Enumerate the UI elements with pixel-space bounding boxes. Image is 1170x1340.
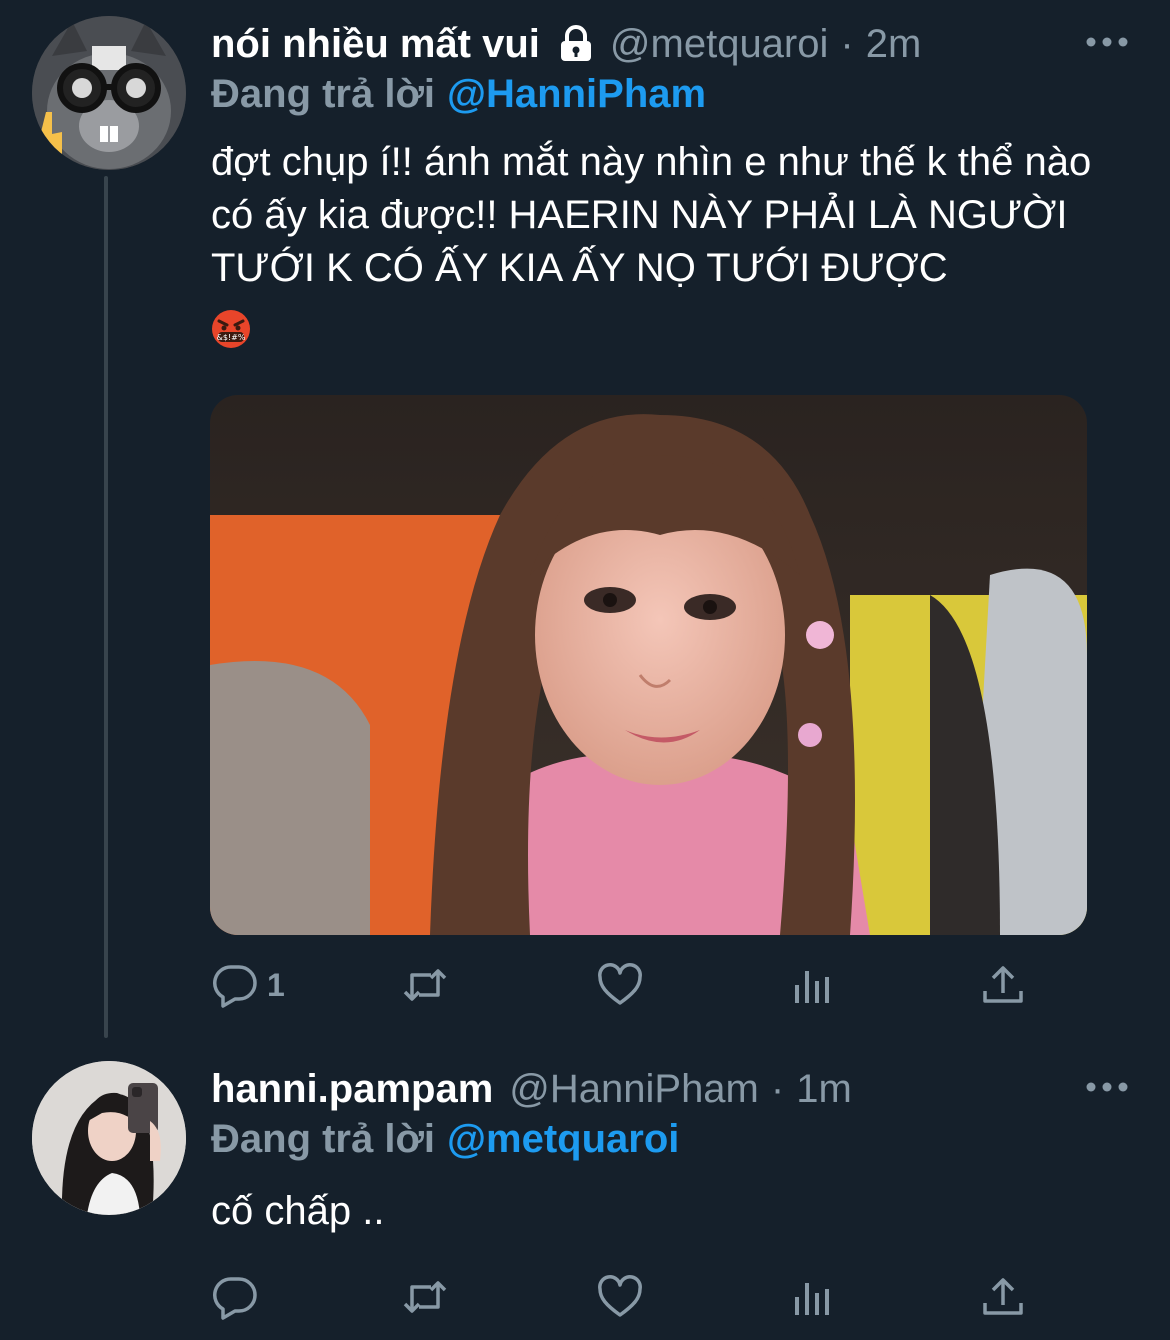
separator-dot: · [770, 1067, 785, 1111]
replying-to-handle[interactable]: @metquaroi [447, 1117, 679, 1161]
lock-icon [558, 25, 594, 63]
tweet-actions [211, 1272, 1051, 1322]
speech-bubble-icon [213, 965, 257, 1008]
tweet-text: cố chấp .. [211, 1185, 1141, 1238]
tweet-body: đợt chụp í!! ánh mắt này nhìn e như thế … [211, 140, 1092, 290]
reply-count: 1 [267, 966, 285, 1003]
share-upload-icon [983, 1278, 1023, 1315]
analytics-button[interactable] [789, 1272, 837, 1322]
replying-to: Đang trả lời @HanniPham [211, 70, 706, 118]
heart-icon [598, 1275, 642, 1317]
selfie-avatar-image [32, 1061, 186, 1215]
replying-to: Đang trả lời @metquaroi [211, 1115, 679, 1163]
analytics-button[interactable] [789, 960, 837, 1010]
tweet-body: cố chấp .. [211, 1189, 385, 1233]
separator-dot: · [840, 22, 854, 66]
bar-chart-icon [795, 1283, 829, 1315]
bar-chart-icon [795, 971, 829, 1003]
share-upload-icon [983, 966, 1023, 1003]
tweet-actions: 1 [211, 960, 1051, 1010]
avatar[interactable] [32, 1061, 186, 1215]
tweet-text: đợt chụp í!! ánh mắt này nhìn e như thế … [211, 136, 1141, 363]
display-name[interactable]: nói nhiều mất vui [211, 20, 540, 68]
tweet-hannipham[interactable]: hanni.pampam @HanniPham · 1m Đang trả lờ… [0, 1045, 1170, 1340]
heart-icon [598, 963, 642, 1005]
user-handle[interactable]: @HanniPham [509, 1065, 759, 1113]
replying-to-label: Đang trả lời [211, 1117, 436, 1161]
tweet-header: nói nhiều mất vui @metquaroi · 2m [211, 20, 921, 68]
retweet-button[interactable] [401, 1272, 449, 1322]
cursing-face-emoji: &$!#% [211, 309, 251, 349]
cat-avatar-image [32, 16, 186, 170]
avatar[interactable] [32, 16, 186, 170]
timestamp[interactable]: 1m [796, 1065, 852, 1113]
svg-text:&$!#%: &$!#% [217, 333, 246, 342]
reply-button[interactable] [211, 1272, 267, 1322]
replying-to-handle[interactable]: @HanniPham [447, 72, 706, 116]
more-dots-icon[interactable] [1084, 1075, 1130, 1099]
retweet-icon [403, 969, 447, 1001]
tweet-header: hanni.pampam @HanniPham · 1m [211, 1065, 852, 1113]
more-dots-icon[interactable] [1084, 30, 1130, 54]
share-button[interactable] [979, 1272, 1027, 1322]
tweet-photo[interactable] [210, 395, 1087, 935]
share-button[interactable] [979, 960, 1027, 1010]
reply-button[interactable]: 1 [211, 960, 285, 1010]
speech-bubble-icon [213, 1277, 257, 1320]
tweet-metquaroi[interactable]: nói nhiều mất vui @metquaroi · 2m Đang t… [0, 0, 1170, 1045]
retweet-button[interactable] [401, 960, 449, 1010]
like-button[interactable] [596, 1272, 644, 1322]
timestamp[interactable]: 2m [866, 20, 922, 68]
retweet-icon [403, 1281, 447, 1313]
like-button[interactable] [596, 960, 644, 1010]
display-name[interactable]: hanni.pampam [211, 1065, 493, 1113]
user-handle[interactable]: @metquaroi [610, 20, 828, 68]
photo-image [210, 395, 1087, 935]
replying-to-label: Đang trả lời [211, 72, 436, 116]
